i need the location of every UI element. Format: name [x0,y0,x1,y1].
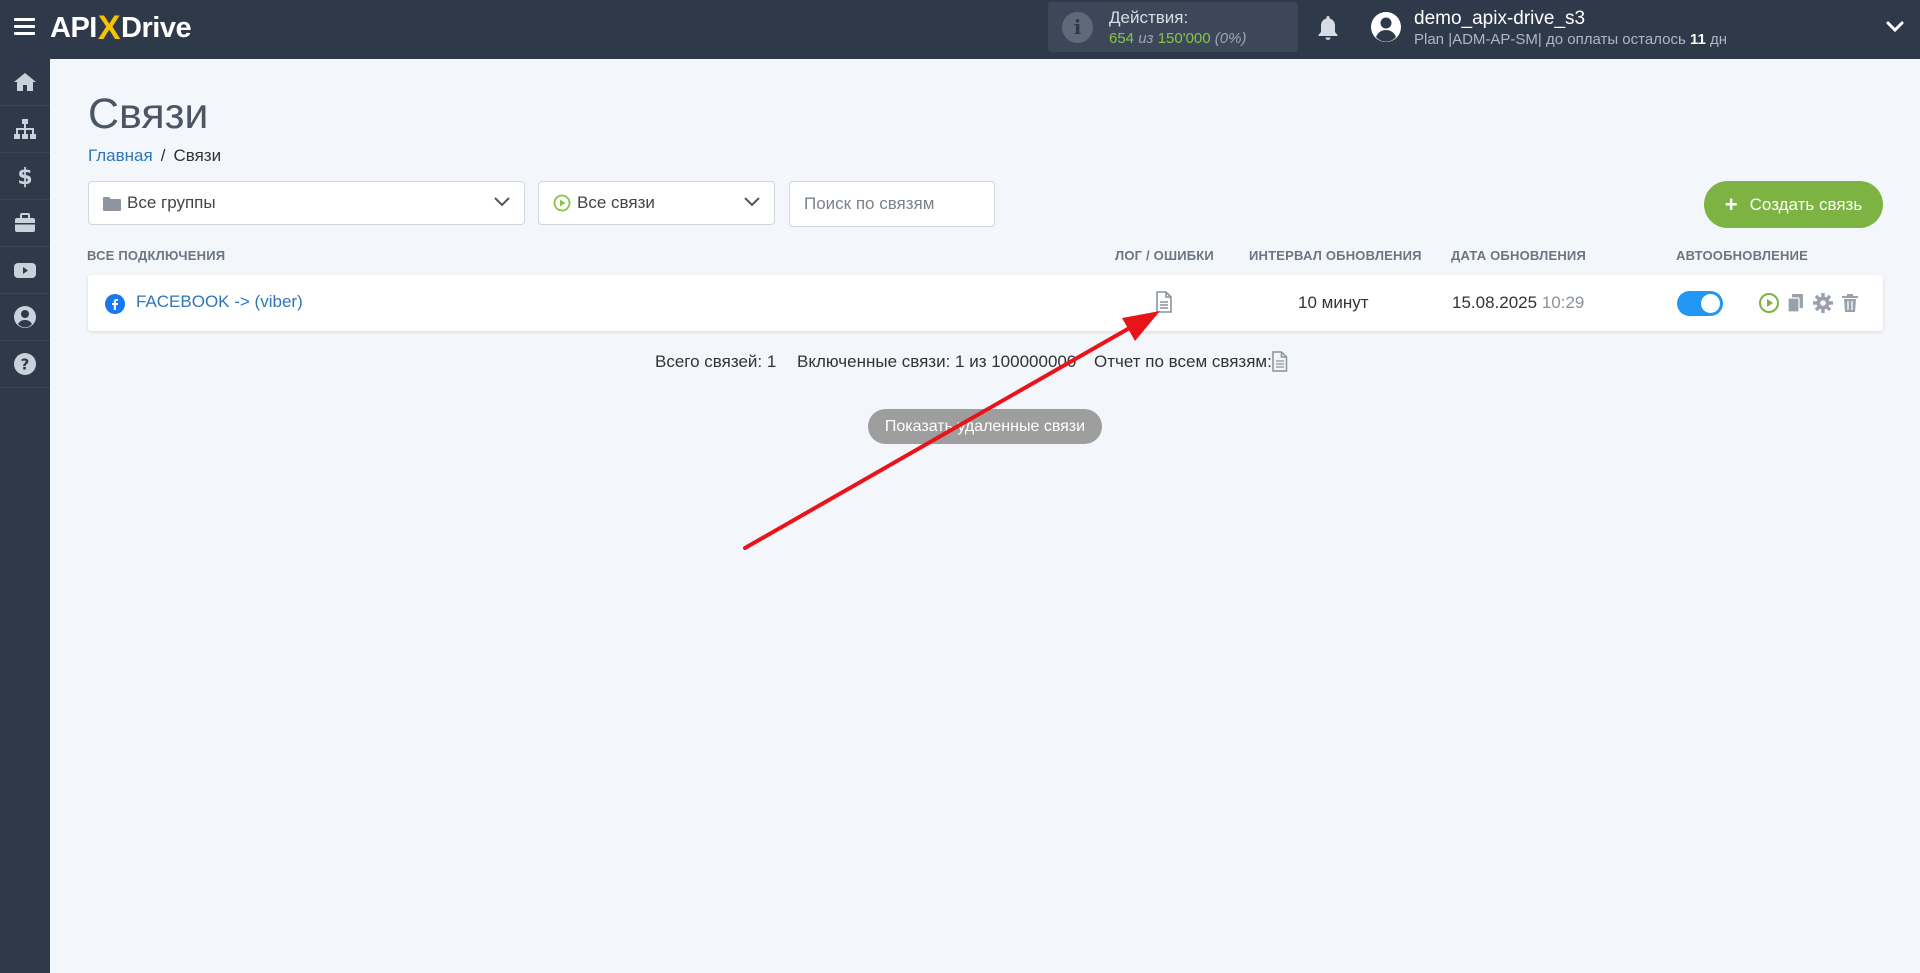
home-icon [14,73,36,91]
gear-icon[interactable] [1812,292,1834,314]
breadcrumb-current: Связи [173,146,222,165]
info-icon: i [1062,12,1093,43]
breadcrumb-home[interactable]: Главная [88,146,153,165]
sidebar-item-connections[interactable] [0,106,50,153]
header-autoupdate: АВТООБНОВЛЕНИЕ [1676,248,1809,263]
annotation-arrow [743,311,1160,550]
log-file-icon[interactable] [1155,291,1173,313]
links-select-value: Все связи [577,193,655,212]
header-log: ЛОГ / ОШИБКИ [1115,248,1214,263]
actions-count: 654 из 150'000 (0%) [1109,30,1247,47]
svg-text:?: ? [21,356,30,374]
dollar-icon: $ [17,165,32,188]
sidebar: $ ? [0,59,50,973]
briefcase-icon [15,213,35,232]
bell-icon[interactable] [1316,14,1340,42]
report-label: Отчет по всем связям: [1094,352,1272,371]
folder-icon [103,196,121,211]
copy-icon[interactable] [1785,292,1807,314]
plan-info: Plan |ADM-AP-SM| до оплаты осталось 11 д… [1414,31,1728,48]
header-interval: ИНТЕРВАЛ ОБНОВЛЕНИЯ [1249,248,1422,263]
page-title: Связи [88,90,209,138]
create-connection-label: Создать связь [1749,194,1863,214]
report-file-icon[interactable] [1272,351,1288,372]
play-circle-icon [553,194,571,212]
sidebar-item-profile[interactable] [0,294,50,341]
sidebar-item-services[interactable] [0,200,50,247]
update-date: 15.08.2025 10:29 [1452,293,1585,312]
top-bar: API X Drive i Действия: 654 из 150'000 (0%… [0,0,1920,59]
logo-drive: Drive [121,11,192,44]
autoupdate-toggle[interactable] [1677,291,1723,316]
update-interval: 10 минут [1298,293,1369,312]
plus-icon: + [1724,191,1738,217]
trash-icon[interactable] [1839,292,1861,314]
total-connections: Всего связей: 1 [655,352,777,371]
show-deleted-button[interactable]: Показать удаленные связи [868,409,1102,444]
sidebar-item-home[interactable] [0,59,50,106]
sidebar-item-billing[interactable]: $ [0,153,50,200]
header-all-connections: ВСЕ ПОДКЛЮЧЕНИЯ [87,248,226,263]
user-name[interactable]: demo_apix-drive_s3 [1414,8,1585,30]
sitemap-icon [14,119,36,139]
menu-icon[interactable] [14,18,35,36]
facebook-icon [105,294,125,314]
groups-select[interactable]: Все группы [88,181,525,225]
logo[interactable]: API X Drive [50,8,192,48]
sidebar-item-help[interactable]: ? [0,341,50,388]
chevron-down-icon [494,197,510,207]
user-icon [14,306,36,328]
help-icon: ? [14,353,36,375]
chevron-down-icon[interactable] [1886,20,1904,34]
breadcrumb: Главная / Связи [88,146,222,165]
links-status-select[interactable]: Все связи [538,181,775,225]
table-row: FACEBOOK -> (viber) 10 минут 15.08.2025 … [88,275,1883,331]
svg-text:$: $ [17,165,32,188]
actions-title: Действия: [1109,8,1189,27]
search-input[interactable] [789,181,995,227]
connection-link[interactable]: FACEBOOK -> (viber) [136,292,303,312]
enabled-connections: Включенные связи: 1 из 100000000 [797,352,1077,371]
youtube-icon [14,263,36,278]
sidebar-item-video[interactable] [0,247,50,294]
actions-counter: i Действия: 654 из 150'000 (0%) [1048,2,1298,52]
header-date: ДАТА ОБНОВЛЕНИЯ [1451,248,1587,263]
play-icon[interactable] [1758,292,1780,314]
logo-x: X [97,8,121,47]
groups-select-value: Все группы [127,193,216,212]
logo-api: API [50,11,97,44]
create-connection-button[interactable]: + Создать связь [1704,181,1883,228]
chevron-down-icon [744,197,760,207]
avatar[interactable] [1370,11,1402,43]
